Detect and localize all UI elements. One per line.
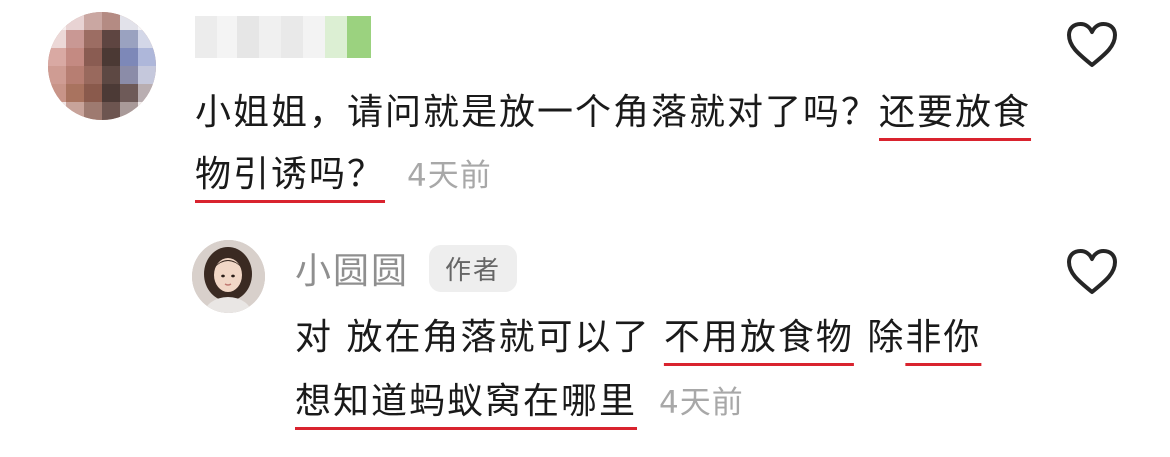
comment-timestamp: 4天前 — [407, 158, 492, 194]
comment-text-plain: 小姐姐，请问就是放一个角落就对了吗？ — [195, 92, 880, 133]
commenter-username-blurred[interactable] — [195, 16, 371, 58]
reply-text-underlined: 不用放食物 — [663, 317, 854, 358]
comment-text: 小姐姐，请问就是放一个角落就对了吗？还要放食物引诱吗？ 4天前 — [195, 82, 1035, 207]
commenter-avatar[interactable] — [48, 12, 156, 120]
author-avatar[interactable] — [192, 240, 265, 313]
reply-author-row: 小圆圆 作者 — [295, 242, 518, 294]
comment-item: 小姐姐，请问就是放一个角落就对了吗？还要放食物引诱吗？ 4天前 — [0, 0, 1170, 230]
reply-text: 对 放在角落就可以了 不用放食物 除非你想知道蚂蚁窝在哪里 4天前 — [295, 306, 1015, 435]
reply-timestamp: 4天前 — [659, 385, 744, 421]
reply-text-plain: 除 — [853, 317, 906, 358]
author-badge: 作者 — [429, 244, 518, 292]
like-heart-icon[interactable] — [1066, 21, 1118, 69]
like-heart-icon[interactable] — [1066, 248, 1118, 296]
author-name[interactable]: 小圆圆 — [295, 242, 409, 294]
reply-text-plain: 对 放在角落就可以了 — [295, 317, 664, 358]
